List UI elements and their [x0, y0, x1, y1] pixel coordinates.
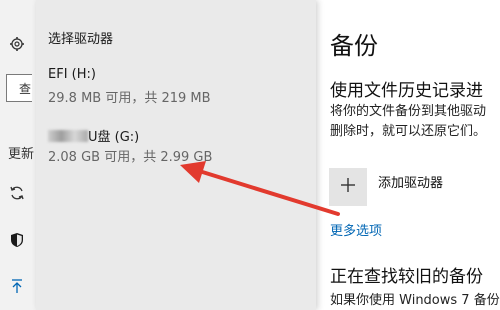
drive-picker-flyout: 选择驱动器 EFI (H:) 29.8 MB 可用，共 219 MB U盘 (G… — [36, 0, 316, 310]
section-description: 删除时，就可以还原它们。 — [330, 124, 487, 139]
drive-item-efi[interactable]: EFI (H:) 29.8 MB 可用，共 219 MB — [36, 67, 316, 117]
flyout-header: 选择驱动器 — [48, 32, 114, 47]
upload-icon[interactable] — [6, 275, 28, 297]
search-input[interactable]: 查 — [6, 74, 32, 102]
drive-item-usb[interactable]: U盘 (G:) 2.08 GB 可用，共 2.99 GB — [36, 126, 316, 176]
more-options-link[interactable]: 更多选项 — [330, 220, 382, 239]
sync-icon[interactable] — [6, 182, 28, 204]
redacted-text — [48, 130, 88, 142]
drive-name-suffix: U盘 (G:) — [88, 130, 140, 145]
drive-name: U盘 (G:) — [48, 126, 139, 145]
page-title: 备份 — [330, 32, 378, 60]
gear-icon[interactable] — [6, 33, 28, 55]
backup-settings-pane: 备份 使用文件历史记录进 将你的文件备份到其他驱动 删除时，就可以还原它们。 添… — [316, 0, 500, 310]
section-title: 使用文件历史记录进 — [330, 81, 483, 101]
drive-detail: 2.08 GB 可用，共 2.99 GB — [48, 150, 213, 165]
drive-name: EFI (H:) — [48, 67, 96, 82]
drive-detail: 29.8 MB 可用，共 219 MB — [48, 91, 211, 106]
add-drive-label[interactable]: 添加驱动器 — [378, 172, 443, 191]
older-backup-title: 正在查找较旧的备份 — [330, 267, 483, 287]
older-backup-description: 如果你使用 Windows 7 备份 — [330, 293, 500, 308]
section-description: 将你的文件备份到其他驱动 — [330, 104, 487, 119]
plus-icon — [340, 177, 356, 197]
add-drive-button[interactable] — [329, 168, 367, 206]
left-nav: 查 更新 — [0, 0, 36, 310]
shield-icon[interactable] — [6, 229, 28, 251]
nav-update-label[interactable]: 更新 — [8, 143, 34, 162]
